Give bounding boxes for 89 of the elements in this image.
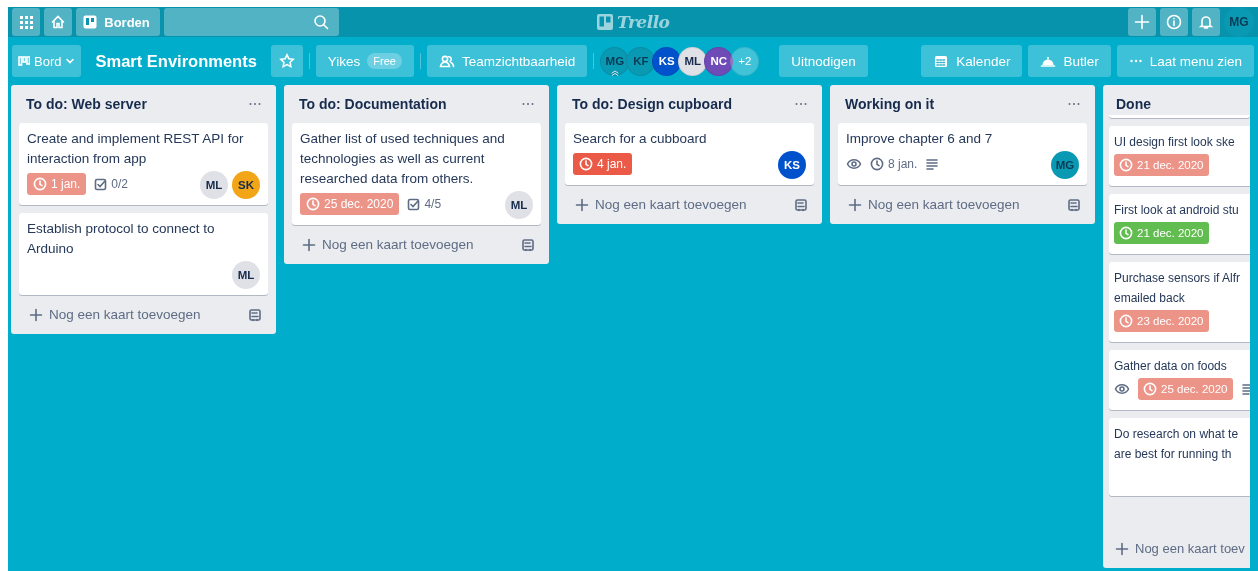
- chevron-icon: [65, 56, 76, 66]
- add-card-button[interactable]: Nog een kaart toevoegen: [298, 233, 478, 256]
- info-button[interactable]: [1160, 8, 1188, 36]
- member-avatar[interactable]: ML: [232, 261, 260, 289]
- list-title[interactable]: To do: Web server: [26, 96, 147, 112]
- list-title[interactable]: Working on it: [845, 96, 935, 112]
- card[interactable]: Search for a cubboard 4 jan. KS: [565, 123, 814, 185]
- list-title[interactable]: Done: [1116, 96, 1151, 112]
- card[interactable]: Create and implement REST API for interaction from app 1 jan. 0/2 ML SK: [19, 123, 268, 205]
- board-icon: [596, 13, 614, 31]
- card[interactable]: Gather data on foods 25 dec. 2020: [1109, 350, 1250, 410]
- home-icon: [50, 14, 66, 30]
- clock-icon: [1119, 314, 1133, 328]
- card-title: Purchase sensors if Alfr emailed back: [1114, 270, 1242, 307]
- clock-icon: [33, 177, 47, 191]
- card[interactable]: First look at android stu 21 dec. 2020: [1109, 194, 1250, 254]
- due-date: 21 dec. 2020: [1137, 159, 1204, 171]
- member-avatar[interactable]: ML: [505, 191, 533, 219]
- member-avatar[interactable]: NC: [704, 46, 734, 76]
- plus-icon: [575, 197, 589, 212]
- grid-icon: [19, 15, 33, 29]
- card[interactable]: UI design first look ske 21 dec. 2020: [1109, 126, 1250, 186]
- star-button[interactable]: [270, 45, 303, 77]
- user-avatar[interactable]: MG: [1224, 7, 1254, 37]
- create-button[interactable]: [1128, 8, 1156, 36]
- clock-icon: [870, 157, 884, 171]
- plan-badge: Free: [367, 53, 402, 69]
- clock-icon: [1119, 158, 1133, 172]
- due-date: 8 jan.: [888, 157, 918, 171]
- card-title: Gather list of used techniques and technologies as well as current researched data from others.: [300, 130, 506, 188]
- card-title: Improve chapter 6 and 7: [846, 130, 994, 148]
- search-icon: [313, 14, 329, 30]
- template-icon[interactable]: [521, 237, 535, 252]
- board-icon: [82, 14, 99, 30]
- due-date: 25 dec. 2020: [1161, 383, 1228, 395]
- bell-icon: [1198, 14, 1214, 30]
- due-date: 23 dec. 2020: [1137, 315, 1204, 327]
- card-title: UI design first look ske: [1114, 134, 1236, 151]
- plus-icon: [29, 307, 43, 322]
- star-icon: [278, 53, 295, 69]
- plus-icon: [302, 237, 316, 252]
- clock-icon: [1119, 226, 1133, 240]
- card[interactable]: Establish protocol to connect to Arduino ML: [19, 213, 268, 295]
- checkbox-icon: [407, 197, 421, 211]
- card-title: Establish protocol to connect to Arduino: [27, 220, 216, 258]
- template-icon[interactable]: [1067, 197, 1081, 212]
- checklist-count: 4/5: [424, 197, 442, 211]
- card[interactable]: Purchase sensors if Alfr emailed back 23 dec. 2020: [1109, 262, 1250, 342]
- trello-logo: Trello: [596, 12, 670, 32]
- checkbox-icon: [94, 177, 108, 191]
- board-icon: [18, 56, 30, 66]
- member-avatar[interactable]: ML: [200, 171, 228, 199]
- card-title: Search for a cubboard: [573, 130, 708, 148]
- clock-icon: [579, 157, 593, 171]
- add-card-button[interactable]: Nog een kaart toevoegen: [844, 193, 1024, 216]
- calendar-icon: [933, 53, 950, 69]
- notifications-button[interactable]: [1192, 8, 1220, 36]
- plus-icon: [1134, 14, 1150, 30]
- plus-icon: [848, 197, 862, 212]
- card-title: Do research on what te are best for running th: [1114, 426, 1240, 463]
- info-icon: [1166, 14, 1182, 30]
- home-button[interactable]: [44, 8, 72, 36]
- add-card-button[interactable]: Nog een kaart toevoegen: [25, 303, 205, 326]
- card-title: First look at android stu: [1114, 202, 1240, 219]
- add-card-button[interactable]: Nog een kaart toevoegen: [571, 193, 751, 216]
- clock-icon: [306, 197, 320, 211]
- due-date: 1 jan.: [51, 177, 81, 191]
- card-title: Create and implement REST API for interaction from app: [27, 130, 245, 168]
- search-field[interactable]: [164, 8, 339, 36]
- due-date: 4 jan.: [597, 157, 627, 171]
- card[interactable]: Improve chapter 6 and 7 8 jan. MG: [838, 123, 1087, 185]
- people-icon: [439, 53, 455, 69]
- card[interactable]: Gather list of used techniques and technologies as well as current researched data from others. 25 dec. 2020 4/5 ML: [292, 123, 541, 225]
- due-date: 25 dec. 2020: [324, 197, 394, 211]
- list-title[interactable]: To do: Design cupboard: [572, 96, 732, 112]
- member-avatar[interactable]: KS: [778, 151, 806, 179]
- card-title: Gather data on foods: [1114, 358, 1228, 375]
- add-card-button[interactable]: Nog een kaart toev: [1111, 537, 1249, 560]
- apps-button[interactable]: [12, 8, 40, 36]
- template-icon[interactable]: [794, 197, 808, 212]
- member-avatar[interactable]: MG: [1051, 151, 1079, 179]
- plus-icon: [1115, 541, 1129, 556]
- list-title[interactable]: To do: Documentation: [299, 96, 447, 112]
- template-icon[interactable]: [248, 307, 262, 322]
- checklist-count: 0/2: [111, 177, 129, 191]
- member-avatar[interactable]: SK: [232, 171, 260, 199]
- due-date: 21 dec. 2020: [1137, 227, 1204, 239]
- clock-icon: [1143, 382, 1157, 396]
- card[interactable]: Do research on what te are best for running th: [1109, 418, 1250, 496]
